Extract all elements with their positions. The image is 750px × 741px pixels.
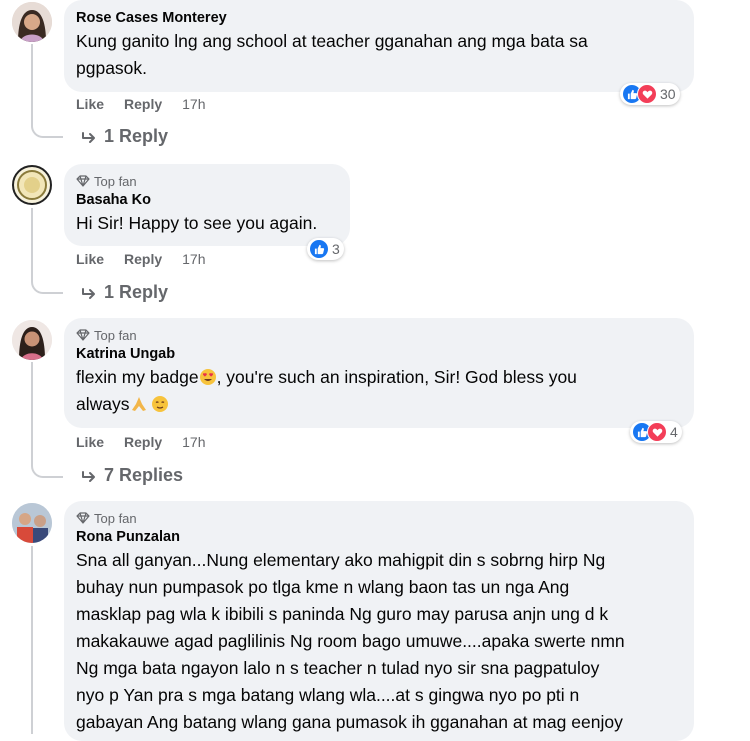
avatar[interactable] <box>12 503 52 543</box>
view-replies-link[interactable]: 1 Reply <box>80 126 168 147</box>
reaction-summary[interactable]: 4 <box>630 421 682 443</box>
reaction-count: 30 <box>660 86 676 102</box>
heart-eyes-emoji-icon <box>199 369 216 385</box>
comment-actions: Like Reply 17h <box>76 96 226 112</box>
comment-text-line: buhay nun pumpasok po tlga kme n wlang b… <box>76 577 570 597</box>
comment-text-line: nyo p Yan pra s mga batang wlang wla....… <box>76 685 580 705</box>
diamond-icon <box>76 175 90 187</box>
view-replies-link[interactable]: 1 Reply <box>80 282 168 303</box>
thread-elbow <box>31 462 63 478</box>
reaction-summary[interactable]: 30 <box>620 83 680 105</box>
view-replies-label: 7 Replies <box>104 465 184 485</box>
top-fan-label: Top fan <box>94 173 137 189</box>
timestamp[interactable]: 17h <box>182 96 205 112</box>
relieved-face-emoji-icon <box>151 396 168 412</box>
comment-author[interactable]: Rona Punzalan <box>76 527 682 547</box>
reaction-count: 4 <box>670 424 678 440</box>
comment-text-line: Ng mga bata ngayon lalo n s teacher n tu… <box>76 658 600 678</box>
reply-button[interactable]: Reply <box>124 96 162 112</box>
comment-text: Kung ganito lng ang school at teacher gg… <box>76 28 682 82</box>
top-fan-label: Top fan <box>94 327 137 343</box>
like-button[interactable]: Like <box>76 96 104 112</box>
comment-bubble: Top fan Katrina Ungab flexin my badge , y… <box>64 318 694 428</box>
comment-author[interactable]: Basaha Ko <box>76 190 338 210</box>
view-replies-label: 1 Reply <box>104 282 169 302</box>
thread-line <box>31 362 33 464</box>
comment-author[interactable]: Rose Cases Monterey <box>76 8 682 28</box>
comment-text-fragment: always <box>76 394 130 414</box>
comment-text-line: masklap pag wla k ibibili s paninda Ng g… <box>76 604 609 624</box>
comment-author[interactable]: Katrina Ungab <box>76 344 682 364</box>
timestamp[interactable]: 17h <box>182 434 205 450</box>
comment-actions: Like Reply 17h <box>76 434 226 450</box>
comment-text-line: pgpasok. <box>76 58 148 78</box>
reply-arrow-icon <box>82 131 95 143</box>
love-icon <box>647 422 667 442</box>
comment-text-fragment: flexin my badge <box>76 367 199 387</box>
avatar[interactable] <box>12 2 52 42</box>
top-fan-badge: Top fan <box>76 509 682 527</box>
folded-hands-emoji-icon <box>131 397 146 411</box>
comment-text: Sna all ganyan...Nung elementary ako mah… <box>76 547 682 736</box>
view-replies-label: 1 Reply <box>104 126 169 146</box>
reply-button[interactable]: Reply <box>124 251 162 267</box>
comment-text-line: Sna all ganyan...Nung elementary ako mah… <box>76 550 606 570</box>
comment-bubble: Rose Cases Monterey Kung ganito lng ang … <box>64 0 694 92</box>
thread-line <box>31 208 33 280</box>
reply-arrow-icon <box>82 470 95 482</box>
thread-line <box>31 546 33 734</box>
top-fan-badge: Top fan <box>76 326 682 344</box>
comment-text-line: gabayan Ang batang wlang gana pumasok ih… <box>76 712 623 732</box>
avatar[interactable] <box>12 320 52 360</box>
reaction-summary[interactable]: 3 <box>307 238 344 260</box>
comment-text-line: flexin my badge , you're such an inspirat… <box>76 364 682 391</box>
reply-button[interactable]: Reply <box>124 434 162 450</box>
comment-actions: Like Reply 17h <box>76 251 226 267</box>
comment-bubble: Top fan Rona Punzalan Sna all ganyan...N… <box>64 501 694 741</box>
comment-text-line: Kung ganito lng ang school at teacher gg… <box>76 31 588 51</box>
thread-elbow <box>31 122 63 138</box>
like-button[interactable]: Like <box>76 434 104 450</box>
comment-text-fragment: , you're such an inspiration, Sir! God b… <box>216 367 577 387</box>
reply-arrow-icon <box>82 287 95 299</box>
top-fan-badge: Top fan <box>76 172 338 190</box>
comment-text: Hi Sir! Happy to see you again. <box>76 213 318 233</box>
reaction-count: 3 <box>332 241 340 257</box>
like-icon <box>309 239 329 259</box>
diamond-icon <box>76 329 90 341</box>
comment-text-line: always <box>76 391 682 418</box>
top-fan-label: Top fan <box>94 510 137 526</box>
avatar[interactable] <box>12 165 52 205</box>
comment-text-line: makakauwe agad paglilinis Ng room bago u… <box>76 631 625 651</box>
comment-bubble: Top fan Basaha Ko Hi Sir! Happy to see y… <box>64 164 350 246</box>
comment-text: flexin my badge , you're such an inspirat… <box>76 364 682 418</box>
diamond-icon <box>76 512 90 524</box>
thread-line <box>31 44 33 124</box>
love-icon <box>637 84 657 104</box>
view-replies-link[interactable]: 7 Replies <box>80 465 183 486</box>
like-button[interactable]: Like <box>76 251 104 267</box>
timestamp[interactable]: 17h <box>182 251 205 267</box>
thread-elbow <box>31 278 63 294</box>
